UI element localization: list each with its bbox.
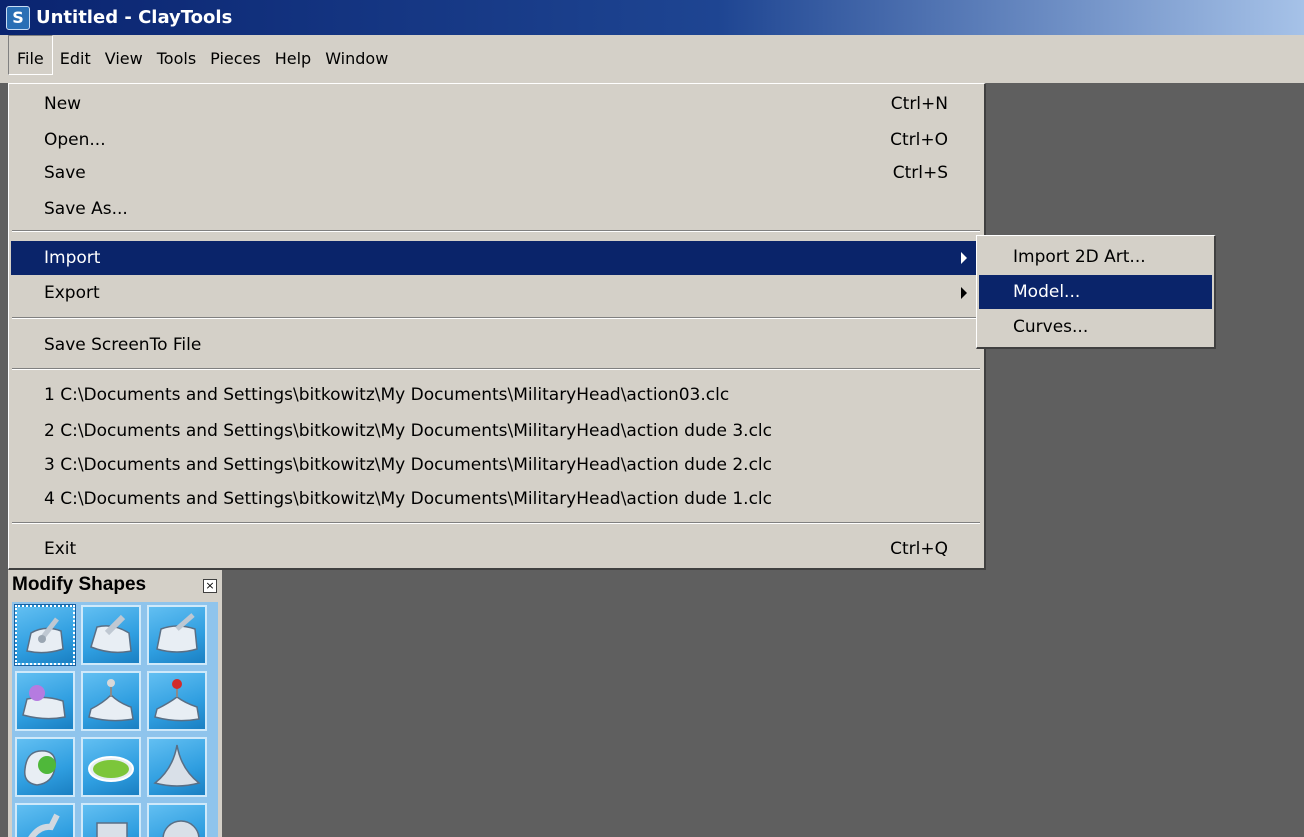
menu-separator xyxy=(12,522,980,524)
menu-edit[interactable]: Edit xyxy=(53,35,98,75)
menu-item-exit[interactable]: Exit Ctrl+Q xyxy=(11,532,982,566)
menu-item-label: Save xyxy=(44,163,86,183)
dome-tool-icon[interactable] xyxy=(147,803,207,837)
menu-item-label: Save ScreenTo File xyxy=(44,335,202,355)
menu-item-label: Import xyxy=(44,248,101,268)
recent-file-label: 1 C:\Documents and Settings\bitkowitz\My… xyxy=(44,385,730,405)
recent-file-3[interactable]: 3 C:\Documents and Settings\bitkowitz\My… xyxy=(11,448,982,482)
menu-item-new[interactable]: New Ctrl+N xyxy=(11,87,982,121)
menu-item-label: Open... xyxy=(44,130,106,150)
window-title: Untitled - ClayTools xyxy=(36,7,233,28)
shortcut-label: Ctrl+O xyxy=(890,130,948,150)
app-logo-icon[interactable]: S xyxy=(6,5,30,30)
recent-file-label: 3 C:\Documents and Settings\bitkowitz\My… xyxy=(44,455,773,475)
submenu-arrow-icon xyxy=(961,252,967,264)
menu-item-label: New xyxy=(44,94,82,114)
file-menu-dropdown: New Ctrl+N Open... Ctrl+O Save Ctrl+S Sa… xyxy=(8,83,986,570)
submenu-item-label: Curves... xyxy=(1013,317,1089,337)
carve-tool-icon[interactable] xyxy=(14,604,76,666)
shortcut-label: Ctrl+S xyxy=(892,163,948,183)
menu-view[interactable]: View xyxy=(98,35,150,75)
submenu-item-model[interactable]: Model... xyxy=(979,275,1212,309)
panel-header[interactable]: Modify Shapes × xyxy=(8,570,222,604)
menu-tools[interactable]: Tools xyxy=(150,35,203,75)
menu-bar: File Edit View Tools Pieces Help Window xyxy=(0,35,1304,83)
menu-separator xyxy=(12,368,980,370)
modify-shapes-panel: Modify Shapes × xyxy=(8,570,222,837)
menu-item-save[interactable]: Save Ctrl+S xyxy=(11,156,982,190)
tug-tool-icon[interactable] xyxy=(147,605,207,665)
ring-tool-icon[interactable] xyxy=(81,737,141,797)
ball-tool-icon[interactable] xyxy=(15,737,75,797)
recent-file-1[interactable]: 1 C:\Documents and Settings\bitkowitz\My… xyxy=(11,378,982,412)
menu-item-save-as[interactable]: Save As... xyxy=(11,192,982,226)
shortcut-label: Ctrl+Q xyxy=(890,539,948,559)
recent-file-label: 2 C:\Documents and Settings\bitkowitz\My… xyxy=(44,421,773,441)
pin-red-tool-icon[interactable] xyxy=(147,671,207,731)
menu-item-open[interactable]: Open... Ctrl+O xyxy=(11,123,982,157)
recent-file-4[interactable]: 4 C:\Documents and Settings\bitkowitz\My… xyxy=(11,482,982,516)
menu-item-label: Exit xyxy=(44,539,77,559)
menu-separator xyxy=(12,317,980,319)
submenu-item-label: Import 2D Art... xyxy=(1013,247,1146,267)
sphere-push-tool-icon[interactable] xyxy=(15,671,75,731)
tool-grid xyxy=(12,602,218,837)
panel-title: Modify Shapes xyxy=(12,574,147,595)
menu-item-label: Export xyxy=(44,283,100,303)
shortcut-label: Ctrl+N xyxy=(890,94,948,114)
menu-item-label: Save As... xyxy=(44,199,128,219)
submenu-item-import-2d-art[interactable]: Import 2D Art... xyxy=(979,240,1212,274)
cone-tool-icon[interactable] xyxy=(147,737,207,797)
submenu-item-curves[interactable]: Curves... xyxy=(979,310,1212,344)
block-tool-icon[interactable] xyxy=(81,803,141,837)
smooth-tool-icon[interactable] xyxy=(81,605,141,665)
menu-window[interactable]: Window xyxy=(318,35,395,75)
menu-item-import[interactable]: Import xyxy=(11,241,982,275)
menu-pieces[interactable]: Pieces xyxy=(203,35,268,75)
submenu-item-label: Model... xyxy=(1013,282,1081,302)
import-submenu: Import 2D Art... Model... Curves... xyxy=(976,235,1216,349)
recent-file-label: 4 C:\Documents and Settings\bitkowitz\My… xyxy=(44,489,773,509)
menu-item-export[interactable]: Export xyxy=(11,276,982,310)
menu-help[interactable]: Help xyxy=(268,35,318,75)
title-bar: S Untitled - ClayTools xyxy=(0,0,1304,35)
pin-pull-tool-icon[interactable] xyxy=(81,671,141,731)
submenu-arrow-icon xyxy=(961,287,967,299)
pipe-tool-icon[interactable] xyxy=(15,803,75,837)
menu-separator xyxy=(12,230,980,232)
recent-file-2[interactable]: 2 C:\Documents and Settings\bitkowitz\My… xyxy=(11,414,982,448)
menu-item-save-screen[interactable]: Save ScreenTo File xyxy=(11,328,982,362)
menu-file[interactable]: File xyxy=(8,35,53,75)
close-icon[interactable]: × xyxy=(203,579,217,593)
